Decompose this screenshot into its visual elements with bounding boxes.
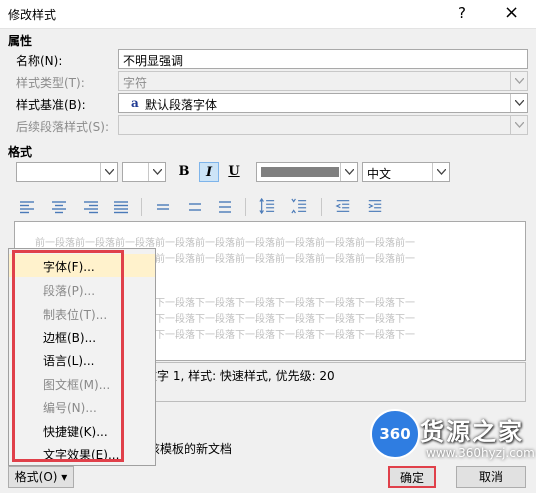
color-swatch [261, 167, 339, 177]
watermark-logo: 360 [370, 409, 420, 459]
single-spacing-icon[interactable] [154, 199, 172, 215]
decrease-spacing-icon[interactable] [290, 198, 308, 214]
font-size-select[interactable] [122, 162, 166, 182]
ok-button[interactable]: 确定 [388, 466, 436, 488]
based-on-label: 样式基准(B): [16, 98, 86, 112]
dialog-titlebar: 修改样式 ? × [0, 0, 536, 29]
font-name-select[interactable] [16, 162, 118, 182]
paragraph-font-icon: a [131, 96, 139, 110]
preview-prev-paragraph: 前一段落前一段落前一段落前一段落前一段落前一段落前一段落前一段落前一段落前一 [35, 238, 415, 249]
align-center-icon[interactable] [50, 199, 68, 215]
align-left-icon[interactable] [18, 199, 36, 215]
chevron-down-icon [510, 116, 527, 134]
underline-button[interactable]: U [224, 162, 244, 182]
style-type-value: 字符 [123, 76, 148, 90]
name-label: 名称(N): [16, 54, 63, 68]
font-color-select[interactable] [256, 162, 358, 182]
name-field-value: 不明显强调 [123, 54, 184, 68]
toolbar-divider [141, 198, 142, 216]
formatting-section-label: 格式 [8, 145, 33, 159]
script-select[interactable]: 中文 [362, 162, 450, 182]
style-type-label: 样式类型(T): [16, 76, 85, 90]
cancel-button[interactable]: 取消 [456, 466, 526, 488]
chevron-down-icon[interactable] [510, 94, 527, 112]
next-style-label: 后续段落样式(S): [16, 120, 110, 134]
style-description: 文字 1, 样式: 快速样式, 优先级: 20 [145, 369, 335, 383]
toolbar-divider [321, 198, 322, 216]
format-button[interactable]: 格式(O) ▾ [8, 466, 74, 488]
chevron-down-icon[interactable] [148, 163, 165, 181]
justify-icon[interactable] [112, 199, 130, 215]
one-half-spacing-icon[interactable] [186, 199, 204, 215]
chevron-down-icon[interactable] [432, 163, 449, 181]
dialog-title: 修改样式 [8, 8, 57, 22]
toolbar-divider [245, 198, 246, 216]
chevron-down-icon[interactable] [340, 163, 357, 181]
watermark-brand: 货源之家 [420, 418, 524, 446]
new-documents-option-label: 该模板的新文档 [148, 442, 233, 456]
based-on-select[interactable]: a 默认段落字体 [118, 93, 528, 113]
help-button[interactable]: ? [458, 4, 466, 22]
double-spacing-icon[interactable] [216, 199, 234, 215]
name-field[interactable]: 不明显强调 [118, 49, 528, 69]
align-right-icon[interactable] [82, 199, 100, 215]
increase-spacing-icon[interactable] [258, 198, 276, 214]
italic-button[interactable]: I [199, 162, 219, 182]
next-style-select [118, 115, 528, 135]
watermark-url: www.360hyzj.com [426, 446, 535, 460]
based-on-value: 默认段落字体 [145, 98, 218, 112]
increase-indent-icon[interactable] [366, 198, 384, 214]
bold-button[interactable]: B [174, 162, 194, 182]
decrease-indent-icon[interactable] [334, 198, 352, 214]
style-type-select: 字符 [118, 71, 528, 91]
script-value: 中文 [367, 167, 392, 181]
properties-section-label: 属性 [8, 34, 33, 48]
close-button[interactable]: × [504, 2, 519, 23]
chevron-down-icon [510, 72, 527, 90]
highlight-frame [12, 250, 124, 462]
chevron-down-icon[interactable] [100, 163, 117, 181]
